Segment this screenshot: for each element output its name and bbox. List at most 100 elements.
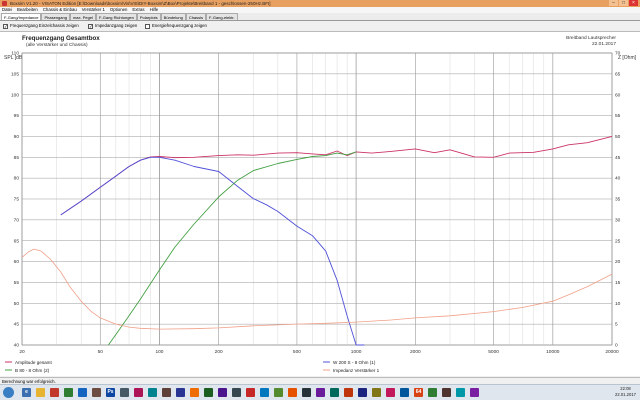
ie-icon[interactable]: e (22, 388, 31, 397)
boxsim-taskbar-icon[interactable] (246, 388, 255, 397)
options-row: ✓ Frequenzgang Einzelchassis zeigen ✓ Im… (0, 22, 640, 30)
y-tick-label: 40 (14, 343, 20, 349)
y2-tick-label: 35 (615, 197, 621, 203)
chart-legend: Amplitude gesamt W 200 S - 8 Ohm (1) B 8… (5, 360, 380, 373)
y-tick-label: 45 (14, 322, 20, 328)
app-icon-navy[interactable] (358, 388, 367, 397)
app-icon-forest[interactable] (428, 388, 437, 397)
app-icon-plum[interactable] (470, 388, 479, 397)
y2-tick-label: 45 (615, 155, 621, 161)
tab-buendelung[interactable]: Bündelung (160, 13, 186, 20)
tab-max-pegel[interactable]: max. Pegel (69, 13, 96, 20)
app-icon-purple[interactable] (218, 388, 227, 397)
x-tick-label: 10000 (546, 349, 560, 355)
checkbox-empty-icon[interactable] (145, 23, 150, 29)
x-tick-label: 100 (155, 349, 163, 355)
option-impedance[interactable]: ✓ Impedanzgang zeigen (88, 23, 137, 29)
app-icon-violet[interactable] (316, 388, 325, 397)
tab-polarplots[interactable]: Polarplots (136, 13, 161, 20)
x-tick-label: 20 (19, 349, 25, 355)
tab-fgang-impedance[interactable]: F-Gang/Impedance (1, 13, 42, 20)
app-icon-magenta[interactable] (386, 388, 395, 397)
app-icon-gray[interactable] (120, 388, 129, 397)
x-tick-label: 5000 (488, 349, 499, 355)
y2-tick-label: 5 (615, 322, 618, 328)
app-icon-dark[interactable] (162, 388, 171, 397)
y2-tick-label: 20 (615, 259, 621, 265)
app-icon-green[interactable] (64, 388, 73, 397)
close-icon[interactable]: × (629, 0, 638, 6)
y2-tick-label: 60 (615, 92, 621, 98)
checkbox-checked-icon[interactable]: ✓ (3, 23, 8, 29)
app-icon-darkgreen[interactable] (204, 388, 213, 397)
option-energy[interactable]: Energiefrequenzgang zeigen (145, 23, 207, 29)
option-single-chassis[interactable]: ✓ Frequenzgang Einzelchassis zeigen (3, 23, 79, 29)
minimize-icon[interactable]: – (609, 0, 618, 6)
app-icon-lightblue[interactable] (260, 388, 269, 397)
window-controls: – □ × (609, 0, 638, 7)
plot-panel: Frequenzgang Gesamtbox (alle Verstärker … (0, 31, 640, 376)
app-icon-red[interactable] (50, 388, 59, 397)
taskbar: e Ps 64 22:08 22.01.2017 (0, 384, 640, 400)
y-tick-label: 60 (14, 259, 20, 265)
system-clock[interactable]: 22:08 22.01.2017 (615, 386, 636, 398)
y-tick-label: 70 (14, 217, 20, 223)
tab-fgang-richtungen[interactable]: F-Gang Richtungen (95, 13, 137, 20)
y-tick-label: 105 (11, 71, 19, 77)
legend-imp-label: Impedanz Verstärker 1 (333, 368, 380, 373)
option-single-chassis-label: Frequenzgang Einzelchassis zeigen (10, 23, 79, 28)
app-icon-rust[interactable] (344, 388, 353, 397)
app-icon-cyan[interactable] (456, 388, 465, 397)
app-icon-slate[interactable] (232, 388, 241, 397)
legend-b80-label: B 80 - 8 Ohm (2) (15, 368, 50, 373)
option-energy-label: Energiefrequenzgang zeigen (152, 23, 207, 28)
chart-grid (21, 52, 613, 346)
legend-w200-label: W 200 S - 8 Ohm (1) (333, 360, 376, 365)
y-tick-label: 75 (14, 197, 20, 203)
y2-tick-label: 30 (615, 217, 621, 223)
app-icon-indigo[interactable] (176, 388, 185, 397)
x-tick-label: 500 (293, 349, 301, 355)
frequency-response-chart[interactable]: SPL [dB] Z [Ohm] 40455055606570758085909… (0, 32, 640, 377)
app-icon-orange[interactable] (190, 388, 199, 397)
x-tick-label: 2000 (410, 349, 421, 355)
tab-chassis[interactable]: Chassis (185, 13, 207, 20)
y2-tick-label: 65 (615, 71, 621, 77)
y-tick-label: 80 (14, 176, 20, 182)
status-bar: Berechnung war erfolgreich. (0, 377, 640, 384)
y2-tick-label: 40 (615, 176, 621, 182)
option-impedance-label: Impedanzgang zeigen (95, 23, 138, 28)
app-icon-coffee[interactable] (442, 388, 451, 397)
start-icon[interactable] (3, 387, 14, 398)
maximize-icon[interactable]: □ (619, 0, 628, 6)
view-tabs: F-Gang/Impedance Phasengang max. Pegel F… (0, 13, 640, 21)
app-icon-brown[interactable] (92, 388, 101, 397)
y-tick-label: 90 (14, 134, 20, 140)
y-tick-label: 100 (11, 92, 19, 98)
x-tick-label: 200 (215, 349, 223, 355)
clock-date: 22.01.2017 (615, 392, 636, 397)
y2-tick-label: 70 (615, 51, 621, 57)
y2-tick-label: 0 (615, 343, 618, 349)
tab-fgang-elektr[interactable]: F-Gang-elektr. (206, 13, 238, 20)
app-icon-olive[interactable] (274, 388, 283, 397)
y2-tick-label: 15 (615, 280, 621, 286)
app-icon-seagreen[interactable] (330, 388, 339, 397)
tab-phasengang[interactable]: Phasengang (41, 13, 70, 20)
y-tick-label: 85 (14, 155, 20, 161)
app-icon-ocean[interactable] (400, 388, 409, 397)
app-icon-pink[interactable] (134, 388, 143, 397)
app-icon-blue[interactable] (78, 388, 87, 397)
folder-icon[interactable] (36, 388, 45, 397)
app-icon-64[interactable]: 64 (414, 388, 423, 397)
x-tick-label: 1000 (351, 349, 362, 355)
window-title-bar[interactable]: Boxsim V1.20 - VISATON Edition [E:\Downl… (0, 0, 640, 7)
app-icon-khaki[interactable] (372, 388, 381, 397)
y-tick-label: 65 (14, 238, 20, 244)
photoshop-icon[interactable]: Ps (106, 388, 115, 397)
app-icon-black[interactable] (302, 388, 311, 397)
app-icon-darkorange[interactable] (288, 388, 297, 397)
app-icon-teal[interactable] (148, 388, 157, 397)
checkbox-checked-icon[interactable]: ✓ (88, 23, 93, 29)
x-tick-label: 50 (98, 349, 104, 355)
